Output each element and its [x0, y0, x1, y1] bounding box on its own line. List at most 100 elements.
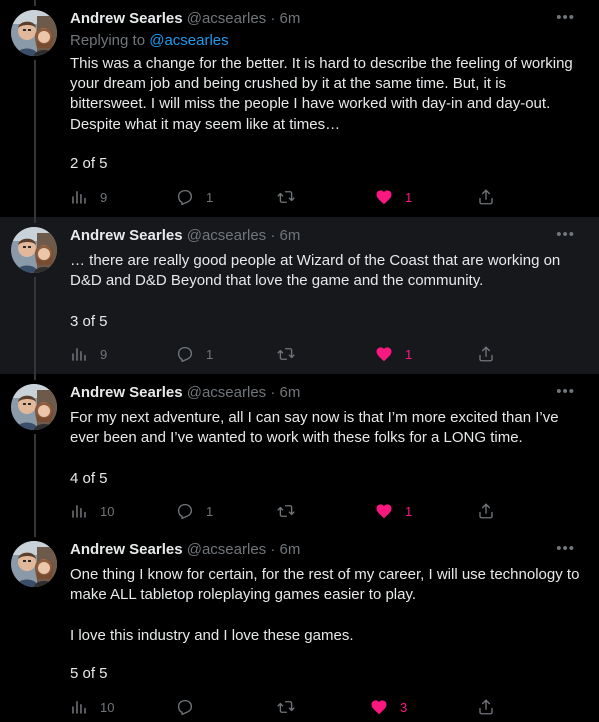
- views-button[interactable]: 10: [70, 501, 114, 521]
- views-button[interactable]: 10: [70, 697, 114, 717]
- like-button[interactable]: 1: [375, 501, 412, 521]
- views-button[interactable]: 9: [70, 344, 107, 364]
- thread-line: [34, 217, 36, 223]
- reply-count: 1: [206, 346, 214, 362]
- timestamp[interactable]: 6m: [280, 541, 301, 558]
- tweet-text: … there are really good people at Wizard…: [70, 252, 561, 290]
- tweet[interactable]: Andrew Searles @acsearles · 6m ••• Reply…: [0, 0, 599, 217]
- share-icon: [479, 346, 493, 362]
- timestamp[interactable]: 6m: [280, 384, 301, 401]
- author-handle[interactable]: @acsearles: [187, 10, 266, 27]
- analytics-icon: [72, 505, 86, 518]
- reply-icon: [177, 189, 193, 206]
- like-count: 1: [405, 346, 413, 362]
- share-button[interactable]: [477, 344, 495, 364]
- retweet-button[interactable]: [277, 697, 295, 717]
- reply-count: 1: [206, 189, 214, 205]
- heart-icon: [371, 700, 387, 715]
- more-horizontal-icon[interactable]: •••: [556, 10, 575, 25]
- reply-count: 1: [206, 503, 214, 519]
- thread-line: [34, 0, 36, 6]
- reply-icon: [177, 699, 193, 716]
- analytics-icon: [72, 701, 86, 714]
- tweet-header: Andrew Searles @acsearles · 6m: [70, 541, 300, 559]
- thread-count: 2 of 5: [70, 155, 108, 172]
- tweet-text: This was a change for the better. It is …: [70, 55, 573, 133]
- separator-dot: ·: [270, 384, 276, 401]
- tweet-actions: 10 3: [70, 697, 510, 717]
- author-handle[interactable]: @acsearles: [187, 541, 266, 558]
- retweet-button[interactable]: [277, 501, 295, 521]
- views-count: 10: [100, 503, 115, 519]
- replying-prefix: Replying to: [70, 32, 146, 49]
- more-horizontal-icon[interactable]: •••: [556, 541, 575, 556]
- tweet-header: Andrew Searles @acsearles · 6m: [70, 227, 300, 245]
- author-handle[interactable]: @acsearles: [187, 384, 266, 401]
- tweet[interactable]: Andrew Searles @acsearles · 6m ••• One t…: [0, 531, 599, 722]
- reply-button[interactable]: 1: [176, 187, 213, 207]
- avatar[interactable]: [11, 384, 57, 430]
- tweet[interactable]: Andrew Searles @acsearles · 6m ••• For m…: [0, 374, 599, 531]
- thread-count: 5 of 5: [70, 665, 108, 682]
- mention-link[interactable]: @acsearles: [149, 32, 228, 49]
- retweet-icon: [277, 505, 295, 517]
- reply-button[interactable]: 1: [176, 501, 213, 521]
- analytics-icon: [72, 348, 86, 361]
- retweet-icon: [277, 701, 295, 713]
- replying-to: Replying to @acsearles: [70, 32, 229, 49]
- heart-icon: [376, 190, 392, 205]
- tweet-header: Andrew Searles @acsearles · 6m: [70, 10, 300, 28]
- like-count: 3: [400, 699, 408, 715]
- more-horizontal-icon[interactable]: •••: [556, 384, 575, 399]
- author-name[interactable]: Andrew Searles: [70, 384, 183, 401]
- share-button[interactable]: [477, 501, 495, 521]
- thread-line: [34, 374, 36, 380]
- thread-count: 4 of 5: [70, 470, 108, 487]
- heart-icon: [376, 504, 392, 519]
- views-count: 10: [100, 699, 115, 715]
- tweet-header: Andrew Searles @acsearles · 6m: [70, 384, 300, 402]
- retweet-icon: [277, 191, 295, 203]
- like-count: 1: [405, 189, 413, 205]
- avatar[interactable]: [11, 10, 57, 56]
- timestamp[interactable]: 6m: [280, 227, 301, 244]
- reply-icon: [177, 503, 193, 520]
- thread-line: [34, 60, 36, 217]
- thread-line: [34, 434, 36, 531]
- views-button[interactable]: 9: [70, 187, 107, 207]
- tweet-actions: 9 1 1: [70, 344, 510, 364]
- share-button[interactable]: [477, 697, 495, 717]
- tweet-text: One thing I know for certain, for the re…: [70, 566, 580, 644]
- retweet-button[interactable]: [277, 344, 295, 364]
- more-horizontal-icon[interactable]: •••: [556, 227, 575, 242]
- tweet[interactable]: Andrew Searles @acsearles · 6m ••• … the…: [0, 217, 599, 374]
- like-button[interactable]: 3: [370, 697, 407, 717]
- views-count: 9: [100, 189, 108, 205]
- retweet-icon: [277, 348, 295, 360]
- share-icon: [479, 503, 493, 519]
- author-handle[interactable]: @acsearles: [187, 227, 266, 244]
- analytics-icon: [72, 191, 86, 204]
- author-name[interactable]: Andrew Searles: [70, 10, 183, 27]
- like-count: 1: [405, 503, 413, 519]
- tweet-actions: 9 1 1: [70, 187, 510, 207]
- share-button[interactable]: [477, 187, 495, 207]
- timestamp[interactable]: 6m: [280, 10, 301, 27]
- reply-icon: [177, 346, 193, 363]
- reply-button[interactable]: 1: [176, 344, 213, 364]
- thread-line: [34, 531, 36, 537]
- separator-dot: ·: [270, 227, 276, 244]
- tweet-text: For my next adventure, all I can say now…: [70, 409, 559, 447]
- like-button[interactable]: 1: [375, 187, 412, 207]
- author-name[interactable]: Andrew Searles: [70, 541, 183, 558]
- share-icon: [479, 699, 493, 715]
- avatar[interactable]: [11, 541, 57, 587]
- thread-line: [34, 277, 36, 374]
- heart-icon: [376, 347, 392, 362]
- author-name[interactable]: Andrew Searles: [70, 227, 183, 244]
- avatar[interactable]: [11, 227, 57, 273]
- reply-button[interactable]: [176, 697, 206, 717]
- separator-dot: ·: [270, 541, 276, 558]
- retweet-button[interactable]: [277, 187, 295, 207]
- like-button[interactable]: 1: [375, 344, 412, 364]
